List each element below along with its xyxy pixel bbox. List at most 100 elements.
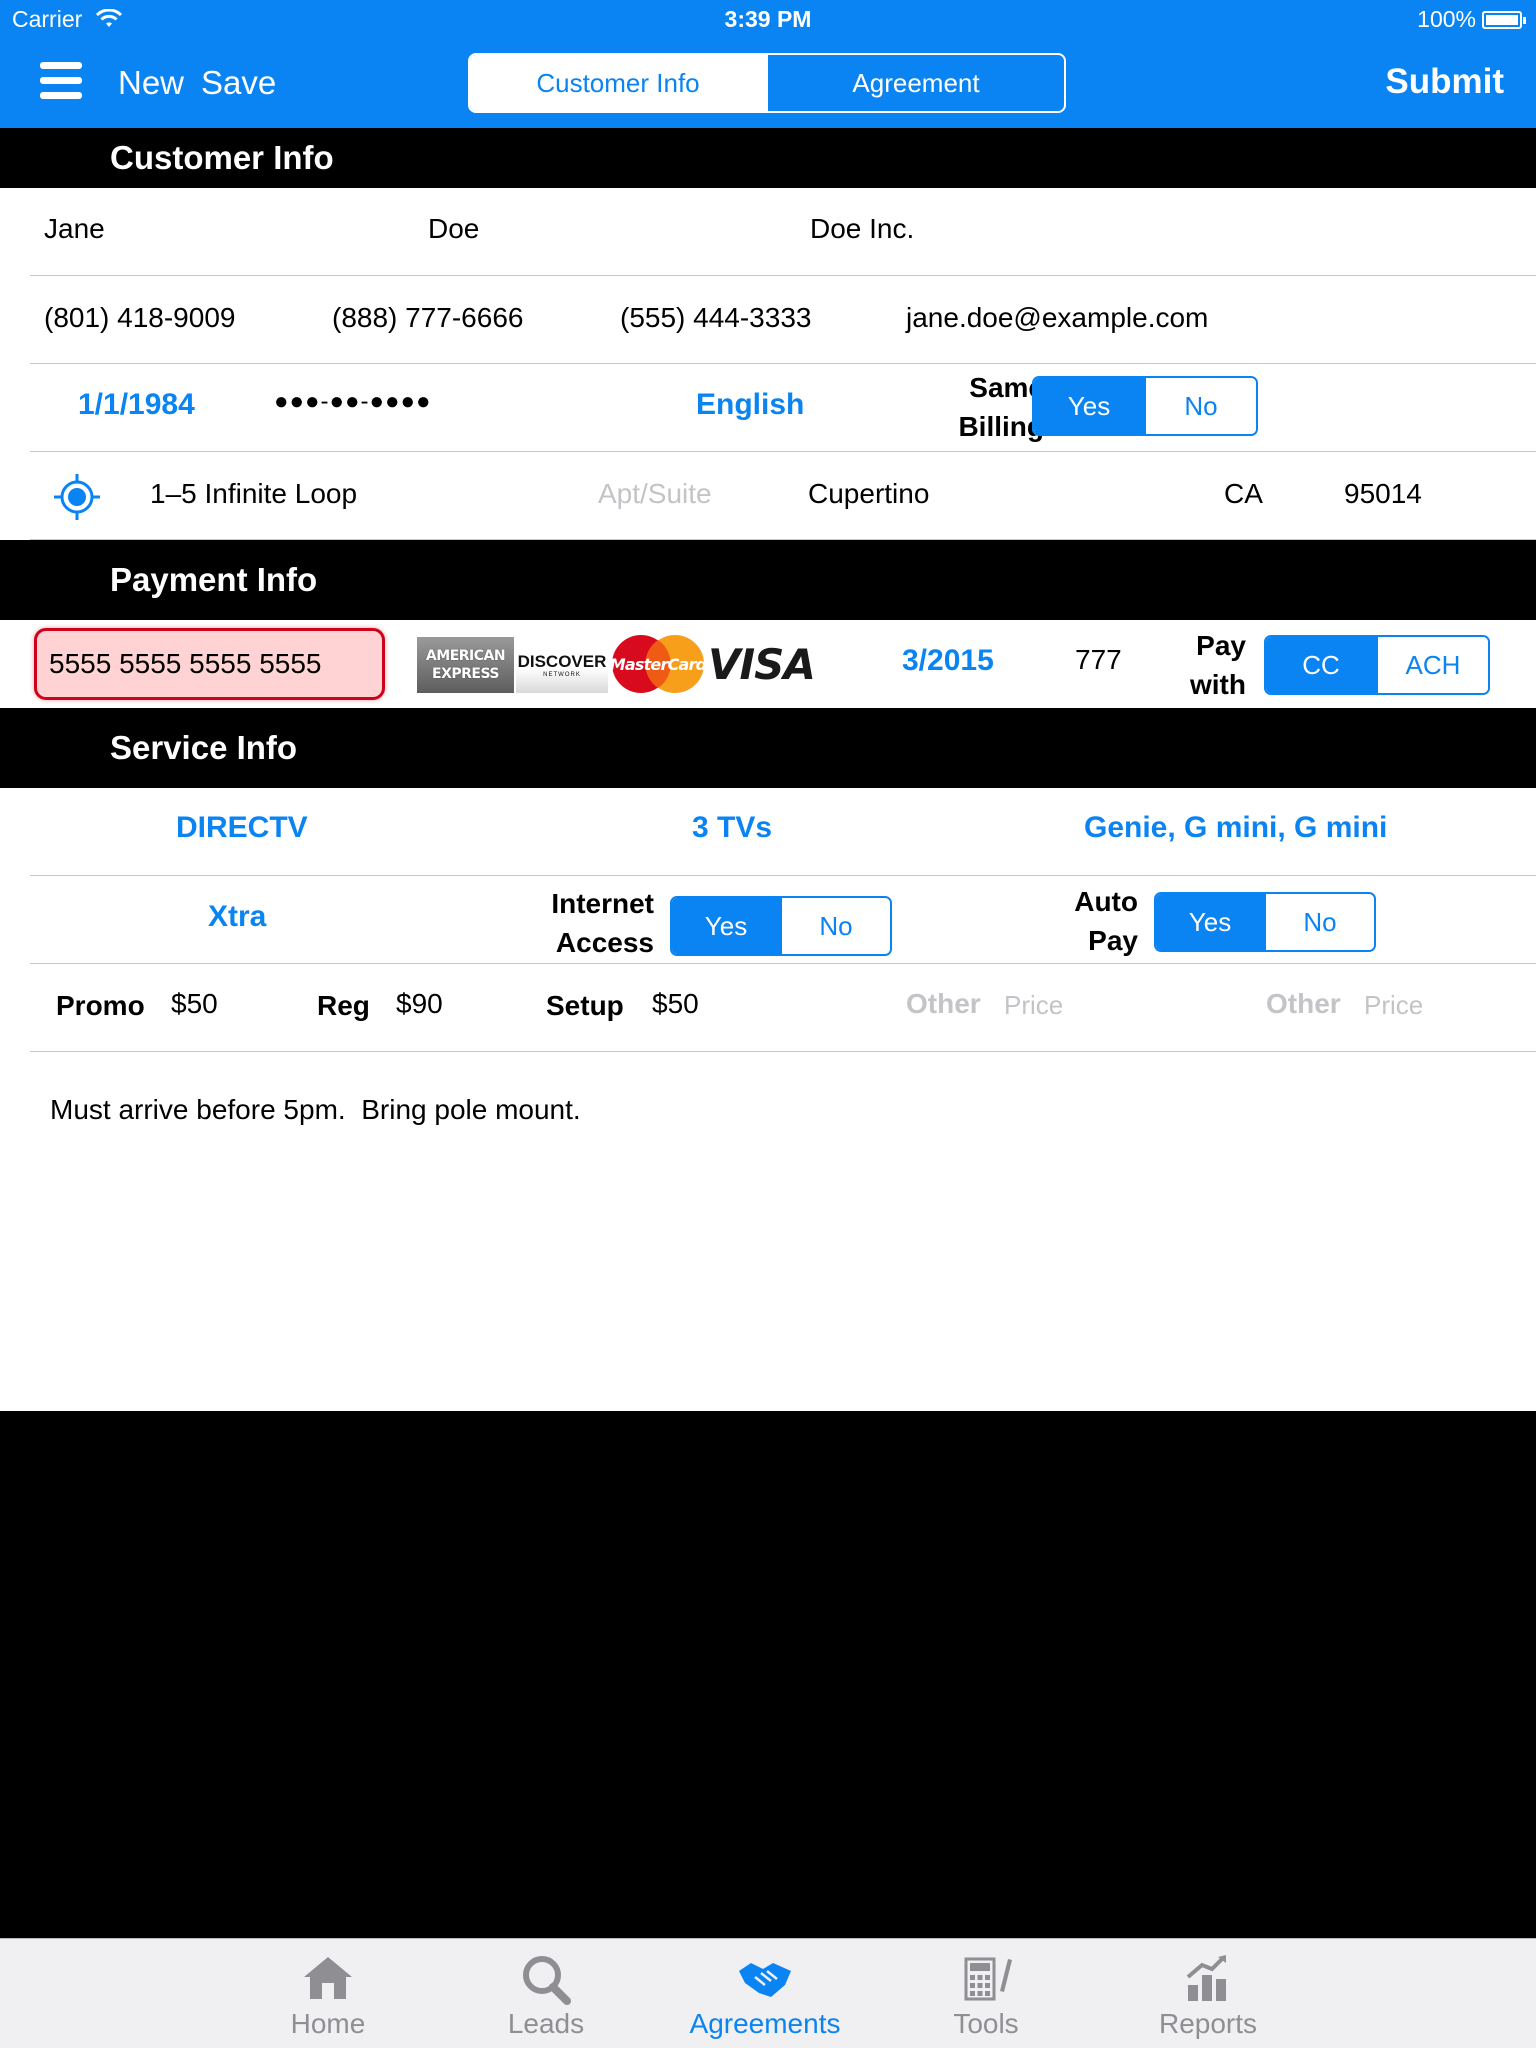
first-name-field[interactable]: Jane [44, 213, 105, 245]
reg-price-field[interactable]: $90 [396, 988, 443, 1020]
email-field[interactable]: jane.doe@example.com [906, 302, 1208, 334]
tab-leads-label: Leads [507, 2008, 585, 2039]
bar-chart-icon [1186, 1955, 1226, 2001]
setup-price-field[interactable]: $50 [652, 988, 699, 1020]
home-icon [304, 1957, 352, 1999]
calculator-icon [964, 1957, 1012, 2001]
top-segmented-control: Customer Info Agreement [468, 53, 1066, 113]
tab-customer-info[interactable]: Customer Info [470, 55, 766, 111]
promo-label: Promo [56, 990, 145, 1021]
auto-pay-yes[interactable]: Yes [1156, 894, 1264, 950]
same-billing-label-line2: Billing [958, 411, 1044, 442]
name-row: Jane Doe Doe Inc. [30, 188, 1536, 276]
tab-agreements[interactable]: Agreements [665, 1939, 865, 2048]
hamburger-menu-icon[interactable] [40, 62, 82, 100]
phone1-field[interactable]: (801) 418-9009 [44, 302, 235, 334]
bottom-tab-bar: Home Leads Agreements Tools Reports [0, 1938, 1536, 2048]
battery-icon [1482, 10, 1526, 29]
pay-cc-option[interactable]: CC [1266, 637, 1376, 693]
discover-tagline: NETWORK [543, 672, 581, 678]
auto-pay-label-line2: Pay [1088, 925, 1138, 956]
status-time: 3:39 PM [724, 6, 812, 32]
other2-price-field[interactable]: Price [1364, 990, 1423, 1021]
tab-reports-label: Reports [1158, 2008, 1258, 2039]
internet-access-toggle: Yes No [670, 896, 892, 956]
personal-row: 1/1/1984 ●●●-●●-●●●● English Same Billin… [30, 364, 1536, 452]
same-billing-yes[interactable]: Yes [1034, 378, 1144, 434]
mastercard-logo-text: MasterCard [610, 655, 706, 674]
empty-content-area [0, 1411, 1536, 1938]
customer-info-header: Customer Info [0, 128, 1536, 188]
other2-label-field[interactable]: Other [1266, 988, 1341, 1020]
internet-no[interactable]: No [780, 898, 890, 954]
battery-percent: 100% [1417, 6, 1476, 32]
phone2-field[interactable]: (888) 777-6666 [332, 302, 523, 334]
address-row: 1–5 Infinite Loop Apt/Suite Cupertino CA… [30, 452, 1536, 540]
pay-with-label-line2: with [1190, 669, 1246, 700]
handshake-icon [739, 1963, 791, 1997]
pay-with-toggle: CC ACH [1264, 635, 1490, 695]
submit-button[interactable]: Submit [1385, 62, 1504, 102]
discover-logo-text: DISCOVER [517, 652, 607, 671]
save-button[interactable]: Save [201, 64, 276, 102]
service-row-1: DIRECTV 3 TVs Genie, G mini, G mini [30, 788, 1536, 876]
auto-pay-no[interactable]: No [1264, 894, 1374, 950]
internet-yes[interactable]: Yes [672, 898, 780, 954]
search-icon [523, 1956, 571, 2005]
same-billing-label: Same Billing [900, 368, 1044, 446]
zip-field[interactable]: 95014 [1344, 478, 1422, 510]
same-billing-no[interactable]: No [1144, 378, 1256, 434]
mastercard-logo: MasterCard [610, 635, 706, 693]
service-info-header: Service Info [0, 708, 1536, 788]
visa-logo: VISA [708, 640, 816, 689]
city-field[interactable]: Cupertino [808, 478, 929, 510]
ssn-field[interactable]: ●●●-●●-●●●● [274, 388, 431, 416]
other1-label-field[interactable]: Other [906, 988, 981, 1020]
dob-field[interactable]: 1/1/1984 [78, 388, 195, 422]
package-field[interactable]: Xtra [208, 900, 266, 934]
pay-with-label: Pay with [1160, 626, 1246, 704]
expiration-field[interactable]: 3/2015 [902, 644, 994, 678]
tab-leads[interactable]: Leads [446, 1939, 646, 2048]
card-number-input[interactable]: 5555 5555 5555 5555 [34, 628, 385, 700]
payment-info-header: Payment Info [0, 540, 1536, 620]
phone3-field[interactable]: (555) 444-3333 [620, 302, 811, 334]
pay-ach-option[interactable]: ACH [1376, 637, 1488, 693]
provider-field[interactable]: DIRECTV [176, 811, 308, 845]
tab-tools[interactable]: Tools [886, 1939, 1086, 2048]
service-row-2: Xtra Internet Access Yes No Auto Pay Yes… [30, 876, 1536, 964]
other1-price-field[interactable]: Price [1004, 990, 1063, 1021]
cvv-field[interactable]: 777 [1075, 644, 1122, 676]
new-button[interactable]: New [118, 64, 184, 102]
notes-textarea[interactable]: Must arrive before 5pm. Bring pole mount… [50, 1094, 581, 1126]
same-billing-label-line1: Same [969, 372, 1044, 403]
auto-pay-label: Auto Pay [1030, 882, 1138, 960]
pricing-row: Promo $50 Reg $90 Setup $50 Other Price … [30, 964, 1536, 1052]
internet-access-label-line2: Access [555, 927, 654, 958]
tab-reports[interactable]: Reports [1108, 1939, 1308, 2048]
company-field[interactable]: Doe Inc. [810, 213, 914, 245]
receivers-field[interactable]: Genie, G mini, G mini [1084, 811, 1387, 845]
internet-access-label-line1: Internet [551, 888, 654, 919]
amex-logo-text: AMERICAN EXPRESS [425, 648, 506, 682]
auto-pay-toggle: Yes No [1154, 892, 1376, 952]
setup-label: Setup [546, 990, 624, 1021]
navigation-bar: Carrier 3:39 PM 100% New Save Customer I… [0, 0, 1536, 128]
amex-logo: AMERICAN EXPRESS [417, 637, 514, 693]
location-target-icon[interactable] [52, 472, 102, 522]
discover-logo: DISCOVER NETWORK [516, 637, 608, 693]
tab-home-label: Home [290, 2008, 366, 2039]
tab-agreement[interactable]: Agreement [766, 55, 1064, 111]
tvs-field[interactable]: 3 TVs [692, 811, 772, 845]
last-name-field[interactable]: Doe [428, 213, 479, 245]
internet-access-label: Internet Access [520, 884, 654, 962]
language-field[interactable]: English [696, 388, 804, 422]
tab-home[interactable]: Home [228, 1939, 428, 2048]
auto-pay-label-line1: Auto [1074, 886, 1138, 917]
state-field[interactable]: CA [1224, 478, 1263, 510]
apt-suite-field[interactable]: Apt/Suite [598, 478, 712, 510]
street-field[interactable]: 1–5 Infinite Loop [150, 478, 357, 510]
promo-price-field[interactable]: $50 [171, 988, 218, 1020]
payment-row: 5555 5555 5555 5555 AMERICAN EXPRESS DIS… [0, 620, 1536, 708]
status-battery: 100% [1417, 6, 1526, 33]
